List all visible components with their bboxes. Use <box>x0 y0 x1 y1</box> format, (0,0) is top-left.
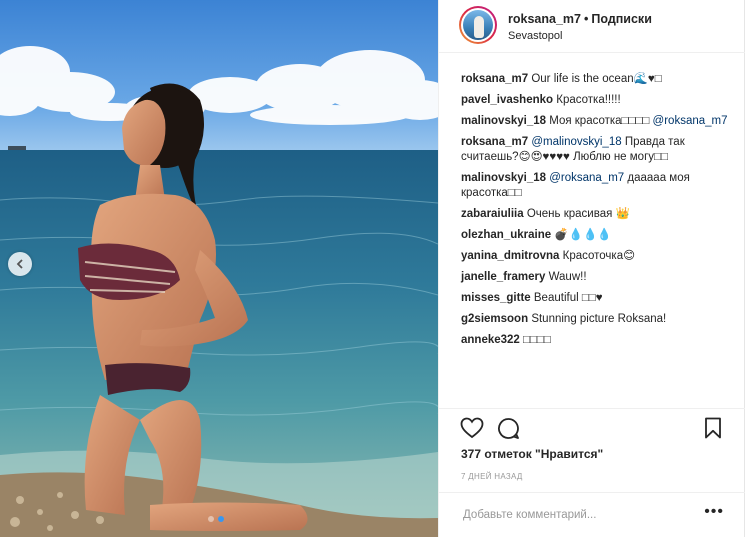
comment-username[interactable]: roksana_m7 <box>461 136 528 148</box>
comment-username[interactable]: g2siemsoon <box>461 313 528 325</box>
comment-mention[interactable]: @malinovskyi_18 <box>531 136 621 148</box>
comment-username[interactable]: roksana_m7 <box>461 73 528 85</box>
post-actions <box>439 408 745 441</box>
chevron-left-icon <box>16 259 23 269</box>
list-item: yanina_dmitrovna Красоточка😊 <box>461 249 739 264</box>
comment-mention[interactable]: @roksana_m7 <box>653 115 728 127</box>
list-item: janelle_framery Wauw!! <box>461 270 739 285</box>
heart-icon[interactable] <box>460 417 484 439</box>
carousel-dot <box>208 516 214 522</box>
comment-username[interactable]: janelle_framery <box>461 271 545 283</box>
comment-text: Моя красотка□□□□ <box>549 115 653 127</box>
comment-text: 💣💧💧💧 <box>554 229 612 241</box>
list-item: malinovskyi_18 Моя красотка□□□□ @roksana… <box>461 114 739 129</box>
follow-button[interactable]: Подписки <box>591 12 652 26</box>
more-options-icon[interactable]: ••• <box>704 503 724 521</box>
comment-username[interactable]: misses_gitte <box>461 292 531 304</box>
list-item: olezhan_ukraine 💣💧💧💧 <box>461 228 739 243</box>
comment-text: □□□□ <box>523 334 551 346</box>
list-item: misses_gitte Beautiful □□♥ <box>461 291 739 306</box>
author-username[interactable]: roksana_m7 <box>508 12 581 26</box>
comment-username[interactable]: anneke322 <box>461 334 520 346</box>
comment-text: Stunning picture Roksana! <box>531 313 667 325</box>
carousel-indicator <box>208 516 224 522</box>
comment-text: Beautiful □□♥ <box>533 292 603 304</box>
bookmark-icon[interactable] <box>704 417 722 439</box>
comments-list: roksana_m7 Our life is the ocean🌊♥□ pave… <box>461 72 739 354</box>
post-photo[interactable] <box>0 0 438 537</box>
add-comment-bar: ••• <box>439 492 745 538</box>
photo-illustration <box>0 0 438 537</box>
comment-text: Красоточка😊 <box>562 250 636 262</box>
comment-username[interactable]: zabaraiuliia <box>461 208 524 220</box>
post-header: roksana_m7 • Подписки Sevastopol <box>439 0 745 53</box>
carousel-dot-active <box>218 516 224 522</box>
carousel-prev-button[interactable] <box>8 252 32 276</box>
list-item: g2siemsoon Stunning picture Roksana! <box>461 312 739 327</box>
list-item: pavel_ivashenko Красотка!!!!! <box>461 93 739 108</box>
list-item: anneke322 □□□□ <box>461 333 739 348</box>
author-avatar[interactable] <box>459 6 497 44</box>
list-item: roksana_m7 @malinovskyi_18 Правда так сч… <box>461 135 739 165</box>
comment-username[interactable]: olezhan_ukraine <box>461 229 551 241</box>
add-comment-input[interactable] <box>461 503 695 527</box>
author-line: roksana_m7 • Подписки <box>508 12 652 26</box>
post-sidebar: roksana_m7 • Подписки Sevastopol roksana_m… <box>438 0 745 537</box>
header-separator: • <box>583 12 589 26</box>
post-timestamp[interactable]: 7 ДНЕЙ НАЗАД <box>461 472 523 481</box>
post-location[interactable]: Sevastopol <box>508 30 562 42</box>
list-item: zabaraiuliia Очень красивая 👑 <box>461 207 739 222</box>
comment-mention[interactable]: @roksana_m7 <box>549 172 624 184</box>
comment-username[interactable]: malinovskyi_18 <box>461 172 546 184</box>
comment-text: Our life is the ocean🌊♥□ <box>531 73 662 85</box>
comment-username[interactable]: pavel_ivashenko <box>461 94 553 106</box>
comment-username[interactable]: yanina_dmitrovna <box>461 250 559 262</box>
comment-icon[interactable] <box>497 417 520 440</box>
comment-text: Wauw!! <box>548 271 587 283</box>
comment-text: Очень красивая 👑 <box>526 208 630 220</box>
likes-count[interactable]: 377 отметок "Нравится" <box>461 447 603 461</box>
list-item: roksana_m7 Our life is the ocean🌊♥□ <box>461 72 739 87</box>
instagram-post: roksana_m7 • Подписки Sevastopol roksana_m… <box>0 0 745 537</box>
comment-text: Красотка!!!!! <box>556 94 621 106</box>
list-item: malinovskyi_18 @roksana_m7 дааааа моя кр… <box>461 171 739 201</box>
comment-username[interactable]: malinovskyi_18 <box>461 115 546 127</box>
